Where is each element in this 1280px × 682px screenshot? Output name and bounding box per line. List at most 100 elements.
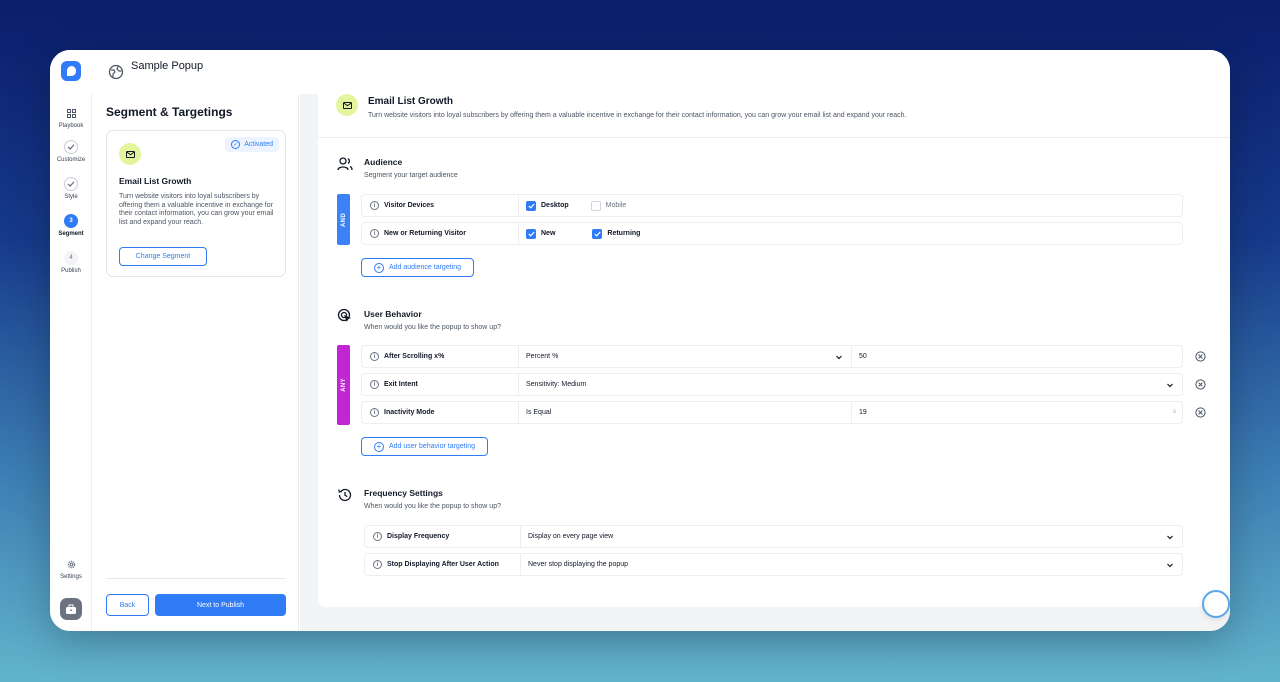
inactivity-seconds-input[interactable]: 19 s [852, 402, 1182, 423]
inactivity-operator-select[interactable]: Is Equal [519, 402, 852, 423]
option-label: Desktop [541, 202, 569, 209]
add-user-behavior-targeting-button[interactable]: + Add user behavior targeting [361, 437, 488, 456]
segment-title: Email List Growth [368, 96, 454, 107]
section-title: Frequency Settings [364, 488, 443, 498]
remove-circle-icon[interactable] [1195, 407, 1206, 418]
label-text: Visitor Devices [384, 202, 435, 209]
section-subtitle: Segment your target audience [364, 172, 458, 179]
plus-circle-icon: + [374, 441, 384, 452]
select-value: Percent % [526, 353, 559, 360]
cursor-click-icon [337, 308, 351, 322]
briefcase-icon[interactable] [60, 598, 82, 620]
rail-item-style[interactable]: Style [50, 177, 92, 200]
info-icon[interactable]: i [373, 560, 382, 569]
chevron-down-icon [836, 355, 842, 360]
rail-item-publish[interactable]: 4 Publish [50, 251, 92, 274]
chevron-down-icon [1167, 383, 1173, 388]
info-icon[interactable]: i [370, 408, 379, 417]
option-new[interactable]: New [526, 228, 556, 239]
button-label: Add user behavior targeting [389, 443, 475, 450]
segment-description: Turn website visitors into loyal subscri… [119, 193, 274, 226]
mail-icon [336, 94, 358, 116]
scroll-value-input[interactable]: 50 [852, 346, 1182, 367]
select-value: Display on every page view [528, 533, 614, 540]
rail-item-settings[interactable]: Settings [50, 557, 92, 580]
behavior-row-scrolling: i After Scrolling x% Percent % 50 [361, 345, 1183, 368]
info-icon[interactable]: i [370, 201, 379, 210]
checkbox-checked[interactable] [526, 200, 536, 211]
plus-circle-icon: + [374, 262, 384, 273]
rail-label: Playbook [58, 123, 84, 129]
row-label: i Display Frequency [365, 526, 521, 547]
mail-icon [119, 143, 141, 165]
select-value: Sensitivity: Medium [526, 381, 587, 388]
row-label: i New or Returning Visitor [362, 223, 519, 244]
checkbox-checked[interactable] [526, 228, 536, 239]
select-value: Never stop displaying the popup [528, 561, 629, 568]
label-text: Display Frequency [387, 533, 450, 540]
app-logo[interactable] [61, 61, 81, 81]
segment-description: Turn website visitors into loyal subscri… [368, 112, 907, 119]
label-text: After Scrolling x% [384, 353, 445, 360]
checkbox-checked[interactable] [592, 228, 603, 239]
history-icon [338, 488, 352, 502]
rail-label: Settings [60, 574, 82, 580]
info-icon[interactable]: i [373, 532, 382, 541]
segment-panel: Segment & Targetings ✓ Activated Email L… [93, 94, 299, 631]
info-icon[interactable]: i [370, 229, 379, 238]
checkbox-unchecked[interactable] [590, 200, 601, 211]
segment-card: ✓ Activated Email List Growth Turn websi… [106, 130, 286, 277]
info-icon[interactable]: i [370, 380, 379, 389]
step-number: 4 [64, 251, 78, 265]
audience-row-visitor-devices: i Visitor Devices Desktop Mobile [361, 194, 1183, 217]
scroll-unit-select[interactable]: Percent % [519, 346, 852, 367]
stop-displaying-select[interactable]: Never stop displaying the popup [521, 554, 1182, 575]
chat-support-icon[interactable] [1202, 590, 1230, 618]
popup-title: Sample Popup [131, 60, 204, 72]
section-title: User Behavior [364, 309, 422, 319]
grid-icon [64, 106, 78, 120]
add-audience-targeting-button[interactable]: + Add audience targeting [361, 258, 474, 277]
remove-circle-icon[interactable] [1195, 351, 1206, 362]
check-circle-icon [64, 140, 78, 154]
targeting-card: Email List Growth Turn website visitors … [318, 94, 1230, 607]
frequency-row-stop: i Stop Displaying After User Action Neve… [364, 553, 1183, 576]
panel-title: Segment & Targetings [106, 105, 233, 119]
option-label: New [541, 230, 556, 237]
row-label: i Inactivity Mode [362, 402, 519, 423]
divider [106, 578, 286, 579]
behavior-row-exit-intent: i Exit Intent Sensitivity: Medium [361, 373, 1183, 396]
option-desktop[interactable]: Desktop [526, 200, 569, 211]
rail-item-segment[interactable]: 3 Segment [50, 214, 92, 237]
rail-item-playbook[interactable]: Playbook [50, 106, 92, 129]
main-area: Email List Growth Turn website visitors … [300, 94, 1230, 631]
row-label: i After Scrolling x% [362, 346, 519, 367]
change-segment-button[interactable]: Change Segment [119, 247, 207, 266]
app-window: Sample Popup Playbook Customize Style 3 … [50, 50, 1230, 631]
section-title: Audience [364, 157, 403, 167]
input-value: 50 [859, 353, 867, 360]
info-icon[interactable]: i [370, 352, 379, 361]
check-icon: ✓ [231, 140, 241, 149]
next-to-publish-button[interactable]: Next to Publish [155, 594, 286, 616]
row-label: i Exit Intent [362, 374, 519, 395]
row-label: i Stop Displaying After User Action [365, 554, 521, 575]
option-mobile[interactable]: Mobile [590, 200, 626, 211]
rail-label: Customize [56, 157, 86, 163]
input-value: 19 [859, 409, 867, 416]
button-label: Add audience targeting [389, 264, 461, 271]
sensitivity-select[interactable]: Sensitivity: Medium [519, 374, 1182, 395]
status-badge: ✓ Activated [225, 137, 279, 152]
option-returning[interactable]: Returning [592, 228, 640, 239]
badge-label: Activated [244, 141, 273, 148]
remove-circle-icon[interactable] [1195, 379, 1206, 390]
display-frequency-select[interactable]: Display on every page view [521, 526, 1182, 547]
behavior-row-inactivity: i Inactivity Mode Is Equal 19 s [361, 401, 1183, 424]
back-button[interactable]: Back [106, 594, 149, 616]
label-text: Exit Intent [384, 381, 418, 388]
rail-item-customize[interactable]: Customize [50, 140, 92, 163]
check-circle-icon [64, 177, 78, 191]
segment-name: Email List Growth [119, 176, 192, 186]
section-subtitle: When would you like the popup to show up… [364, 503, 501, 510]
frequency-row-display: i Display Frequency Display on every pag… [364, 525, 1183, 548]
